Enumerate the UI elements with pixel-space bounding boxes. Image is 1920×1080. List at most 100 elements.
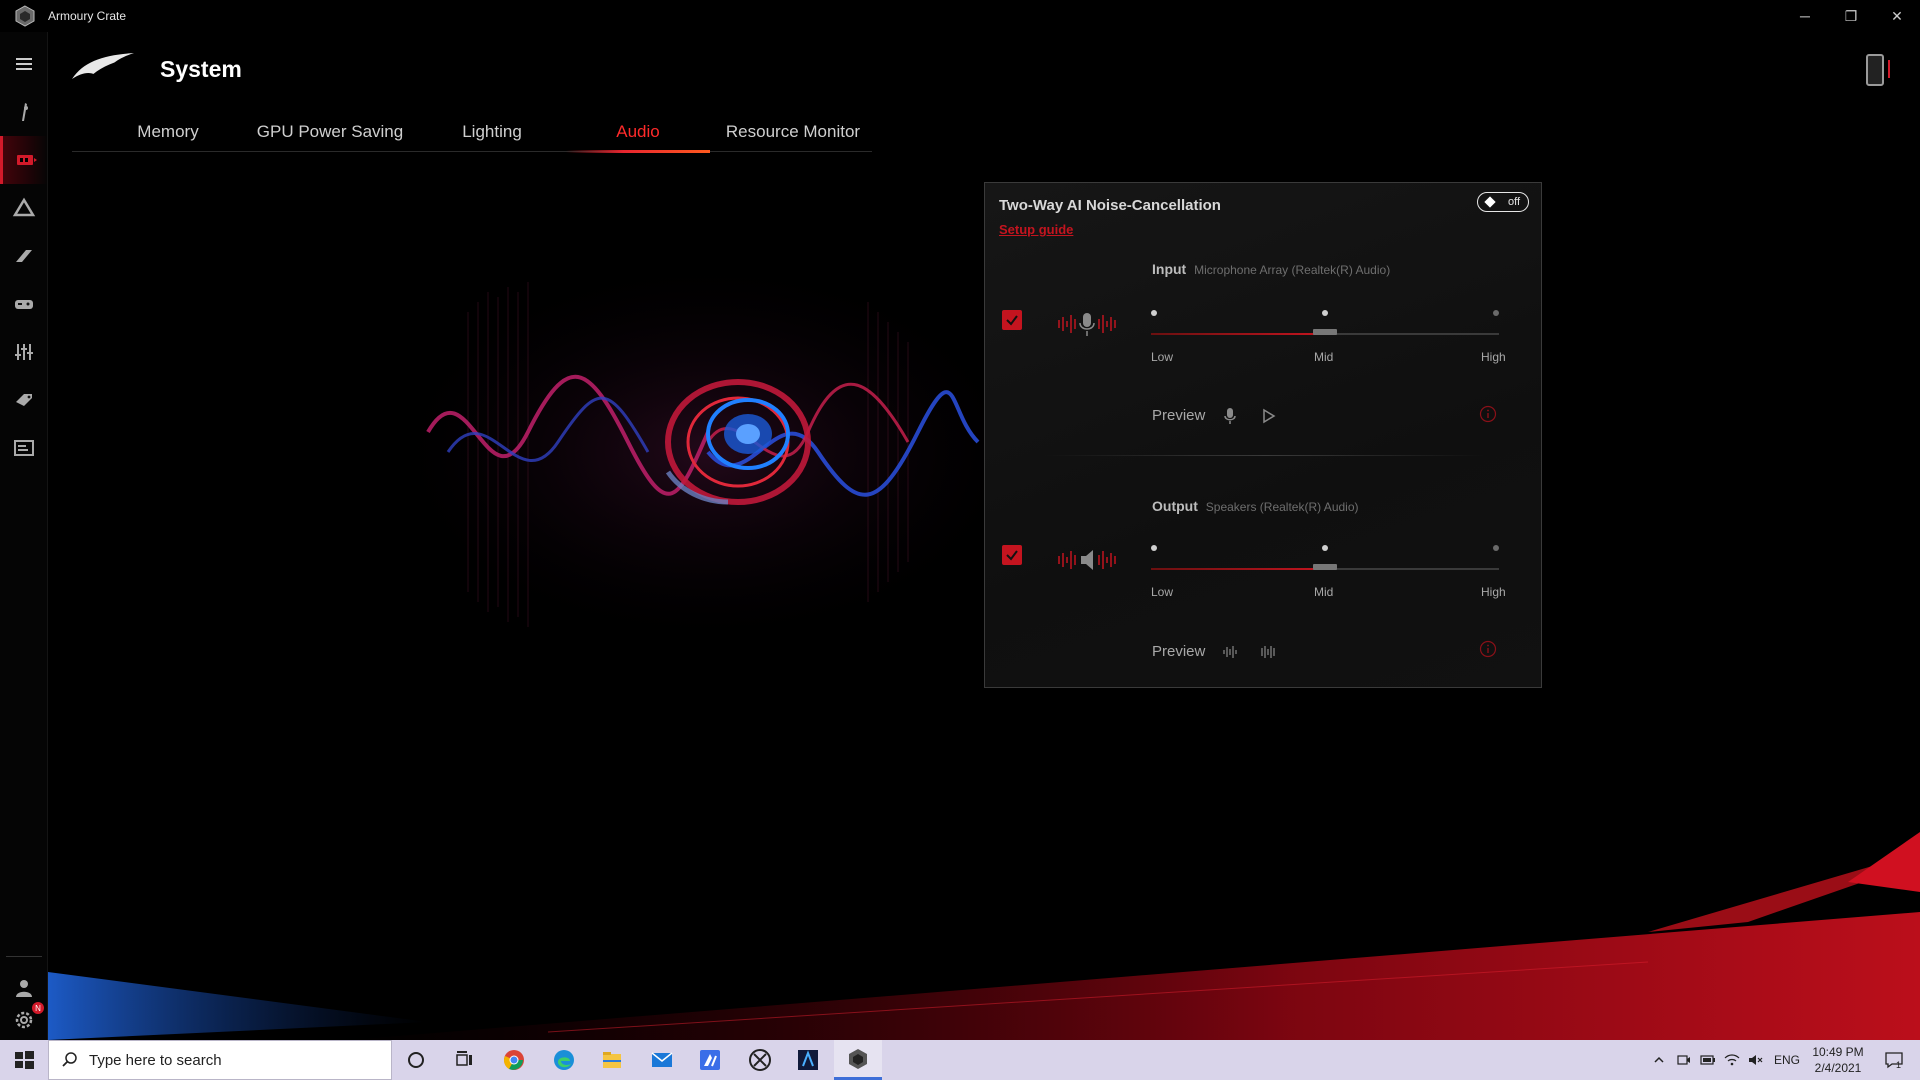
output-level-mid-label: Mid [1314, 585, 1334, 599]
battery-icon [1700, 1055, 1715, 1065]
meet-now-icon [1677, 1055, 1690, 1065]
chrome-icon [504, 1050, 524, 1070]
sidebar-item-armoury[interactable] [0, 232, 48, 280]
taskbar-app[interactable] [686, 1040, 734, 1080]
aura-icon [12, 197, 36, 217]
xbox-icon [749, 1049, 771, 1071]
input-level-dot-high [1493, 310, 1499, 316]
output-level-low-label: Low [1151, 585, 1174, 599]
tray-language[interactable]: ENG [1770, 1040, 1804, 1080]
tray-meet-now[interactable] [1672, 1040, 1696, 1080]
tab-memory[interactable]: Memory [108, 112, 228, 152]
cortana-button[interactable] [392, 1040, 440, 1080]
tray-network[interactable] [1720, 1040, 1744, 1080]
input-level-dot-mid [1322, 310, 1328, 316]
input-level-slider[interactable]: Low Mid High [1151, 310, 1506, 370]
taskbar-search-box[interactable]: Type here to search [48, 1040, 392, 1080]
tray-battery[interactable] [1696, 1040, 1720, 1080]
sidebar-item-settings[interactable]: N [0, 996, 48, 1044]
active-tab-indicator [566, 150, 710, 153]
taskbar-edge[interactable] [540, 1040, 588, 1080]
output-slider-thumb[interactable] [1313, 564, 1337, 570]
tab-resource-monitor[interactable]: Resource Monitor [718, 112, 868, 152]
settings-badge: N [32, 1002, 44, 1014]
input-level-low-label: Low [1151, 350, 1174, 364]
taskbar-armoury-crate-lighting[interactable] [784, 1040, 832, 1080]
tab-gpu-power-saving[interactable]: GPU Power Saving [242, 112, 418, 152]
taskbar-clock[interactable]: 10:49 PM 2/4/2021 [1808, 1044, 1868, 1076]
output-checkbox[interactable] [1002, 545, 1022, 565]
checkmark-icon [1006, 315, 1018, 326]
chevron-up-icon [1654, 1056, 1664, 1063]
taskbar-chrome[interactable] [490, 1040, 538, 1080]
title-bar: Armoury Crate ─ ❐ ✕ [0, 0, 1920, 32]
tab-bar: Memory GPU Power Saving Lighting Audio R… [72, 112, 872, 153]
sidebar-item-system[interactable] [0, 136, 48, 184]
output-level-slider[interactable]: Low Mid High [1151, 545, 1506, 605]
menu-icon [16, 58, 32, 70]
taskview-icon [456, 1051, 472, 1066]
output-preview-label: Preview [1152, 643, 1206, 660]
input-preview-label: Preview [1152, 407, 1206, 424]
sidebar-item-gamelibrary[interactable] [0, 424, 48, 472]
taskbar-armoury-crate[interactable] [834, 1040, 882, 1080]
clock-time: 10:49 PM [1812, 1045, 1864, 1059]
edge-icon [554, 1050, 574, 1070]
clock-date: 2/4/2021 [1814, 1061, 1862, 1075]
sidebar-item-deals[interactable] [0, 376, 48, 424]
device-icon[interactable] [1866, 54, 1884, 86]
noise-cancellation-toggle[interactable]: off [1477, 192, 1529, 212]
taskbar-xbox[interactable] [736, 1040, 784, 1080]
device-indicator [1888, 60, 1890, 78]
task-view-button[interactable] [440, 1040, 488, 1080]
microphone-wave-icon [1058, 313, 1116, 336]
explorer-icon [603, 1052, 621, 1068]
sidebar-item-aura[interactable] [0, 184, 48, 232]
audio-wave-small-icon[interactable] [1221, 643, 1239, 661]
windows-start-icon [15, 1051, 34, 1069]
show-hidden-icons-button[interactable] [1648, 1040, 1670, 1080]
search-placeholder: Type here to search [89, 1051, 222, 1069]
restore-button[interactable]: ❐ [1828, 0, 1874, 32]
speaker-wave-icon [1058, 550, 1116, 570]
output-label: Output [1152, 498, 1198, 514]
gamelibrary-icon [14, 440, 34, 456]
page-header: System [70, 44, 242, 94]
taskbar-mail[interactable] [638, 1040, 686, 1080]
sidebar-item-scenario[interactable] [0, 328, 48, 376]
output-level-dot-high [1493, 545, 1499, 551]
play-icon[interactable] [1259, 407, 1277, 425]
input-checkbox[interactable] [1002, 310, 1022, 330]
app-icon [700, 1050, 720, 1070]
audio-wave-icon[interactable] [1259, 643, 1277, 661]
tray-volume[interactable] [1744, 1040, 1768, 1080]
start-button[interactable] [0, 1040, 48, 1080]
output-level-dot-mid [1322, 545, 1328, 551]
setup-guide-link[interactable]: Setup guide [999, 222, 1073, 237]
sidebar-item-home[interactable] [0, 88, 48, 136]
taskbar: Type here to search ENG 10:49 PM 2/4/202… [0, 1040, 1920, 1080]
output-level-dot-low [1151, 545, 1157, 551]
panel-divider [1045, 455, 1485, 456]
armoury-icon [16, 250, 32, 262]
sidebar-item-gamevisual[interactable] [0, 280, 48, 328]
scenario-icon [15, 344, 33, 360]
microphone-icon[interactable] [1221, 407, 1239, 425]
input-slider-thumb[interactable] [1313, 329, 1337, 335]
output-info-icon[interactable] [1479, 640, 1497, 658]
input-section-label: Input Microphone Array (Realtek(R) Audio… [1152, 261, 1390, 277]
deals-icon [16, 394, 32, 406]
input-info-icon[interactable] [1479, 405, 1497, 423]
minimize-button[interactable]: ─ [1782, 0, 1828, 32]
output-level-high-label: High [1481, 585, 1506, 599]
sidebar-divider [6, 956, 42, 957]
action-center-button[interactable]: 1 [1876, 1040, 1912, 1080]
wifi-icon [1724, 1054, 1740, 1066]
close-button[interactable]: ✕ [1874, 0, 1920, 32]
tab-lighting[interactable]: Lighting [432, 112, 552, 152]
menu-button[interactable] [0, 40, 48, 88]
taskbar-file-explorer[interactable] [588, 1040, 636, 1080]
tab-audio[interactable]: Audio [572, 112, 704, 152]
input-level-high-label: High [1481, 350, 1506, 364]
armoury-crate-logo-icon [15, 5, 35, 27]
